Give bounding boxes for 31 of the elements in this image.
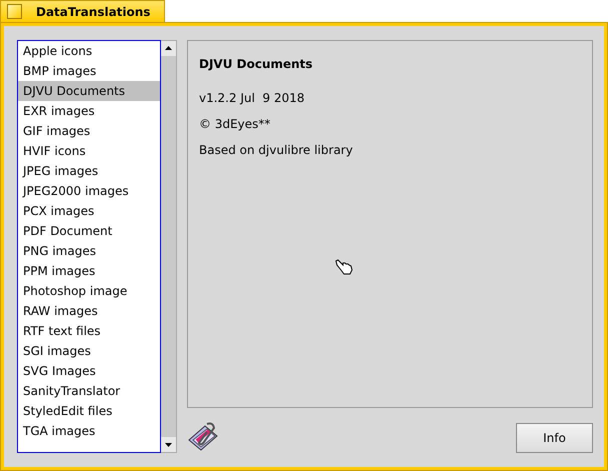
list-item[interactable]: JPEG2000 images (18, 181, 160, 201)
list-item[interactable]: RAW images (18, 301, 160, 321)
details-text: © 3dEyes** (199, 116, 272, 133)
list-item[interactable]: PDF Document (18, 221, 160, 241)
list-item[interactable]: RTF text files (18, 321, 160, 341)
scroll-down-icon[interactable] (161, 437, 176, 452)
details-text: v1.2.2 Jul 9 2018 (199, 90, 306, 107)
list-item[interactable]: StyledEdit files (18, 401, 160, 421)
scroll-up-icon[interactable] (161, 41, 176, 56)
list-item[interactable]: SVG Images (18, 361, 160, 381)
list-item[interactable]: Apple icons (18, 41, 160, 61)
list-item[interactable]: PCX images (18, 201, 160, 221)
list-item[interactable]: JPEG images (18, 161, 160, 181)
list-item[interactable]: PNG images (18, 241, 160, 261)
list-item[interactable]: SanityTranslator (18, 381, 160, 401)
list-item[interactable]: EXR images (18, 101, 160, 121)
details-text: Based on djvulibre library (199, 142, 354, 159)
zoom-button[interactable] (7, 4, 22, 19)
info-button[interactable]: Info (516, 423, 593, 453)
list-item[interactable]: HVIF icons (18, 141, 160, 161)
list-item[interactable]: PPM images (18, 261, 160, 281)
translator-name: DJVU Documents (199, 57, 314, 71)
window-title: DataTranslations (36, 4, 150, 18)
list-item[interactable]: SGI images (18, 341, 160, 361)
list-item[interactable]: GIF images (18, 121, 160, 141)
scroll-bar[interactable] (161, 40, 177, 453)
list-item[interactable]: Photoshop image (18, 281, 160, 301)
hand-cursor-icon (335, 259, 353, 275)
list-item[interactable]: BMP images (18, 61, 160, 81)
list-item[interactable]: DJVU Documents (18, 81, 160, 101)
list-item[interactable]: TGA images (18, 421, 160, 441)
